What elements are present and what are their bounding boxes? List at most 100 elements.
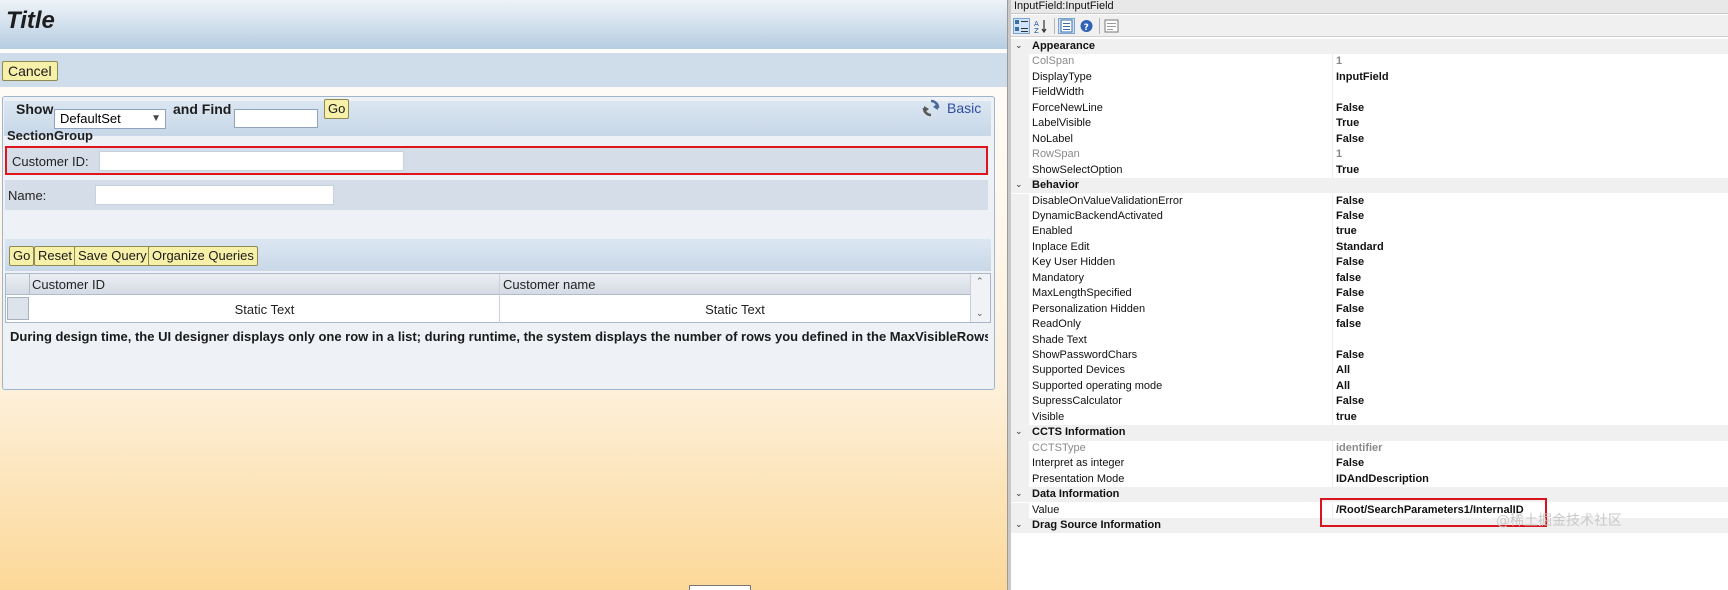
reset-button[interactable]: Reset	[34, 246, 76, 266]
property-row-personalization-hidden[interactable]: Personalization Hidden False	[1011, 301, 1728, 318]
property-name: NoLabel	[1032, 132, 1073, 145]
property-value[interactable]: true	[1336, 225, 1357, 237]
property-value[interactable]: identifier	[1336, 442, 1382, 454]
property-row-readonly[interactable]: ReadOnly false	[1011, 317, 1728, 333]
column-divider	[1332, 54, 1333, 70]
property-value[interactable]: InputField	[1336, 71, 1389, 83]
collapse-icon[interactable]: ⌄	[1015, 488, 1023, 499]
organize-queries-button[interactable]: Organize Queries	[148, 246, 258, 266]
collapse-icon[interactable]: ⌄	[1015, 519, 1023, 530]
property-value[interactable]: False	[1336, 349, 1364, 361]
description-pane-icon[interactable]	[1103, 18, 1120, 34]
alphabetical-sort-icon[interactable]: AZ	[1033, 18, 1050, 35]
property-row-mandatory[interactable]: Mandatory false	[1011, 270, 1728, 287]
row-selector[interactable]	[7, 297, 29, 320]
canvas-resize-handle[interactable]	[689, 585, 751, 590]
property-row-cctstype[interactable]: CCTSType identifier	[1011, 440, 1728, 457]
property-row-labelvisible[interactable]: LabelVisible True	[1011, 116, 1728, 132]
property-row-showselectoption[interactable]: ShowSelectOption True	[1011, 162, 1728, 179]
property-value[interactable]: False	[1336, 195, 1364, 207]
property-row-maxlengthspecified[interactable]: MaxLengthSpecified False	[1011, 286, 1728, 302]
property-value[interactable]: True	[1336, 117, 1359, 129]
property-row-supresscalculator[interactable]: SupressCalculator False	[1011, 394, 1728, 410]
collapse-icon[interactable]: ⌄	[1015, 40, 1023, 51]
property-row-colspan[interactable]: ColSpan 1	[1011, 54, 1728, 70]
query-go-button[interactable]: Go	[9, 246, 35, 266]
property-value[interactable]: false	[1336, 318, 1361, 330]
column-divider	[1332, 193, 1333, 209]
property-row-rowspan[interactable]: RowSpan 1	[1011, 147, 1728, 163]
select-all-cell[interactable]	[6, 274, 30, 294]
property-row-presentation-mode[interactable]: Presentation Mode IDAndDescription	[1011, 471, 1728, 488]
property-row-interpret-as-integer[interactable]: Interpret as integer False	[1011, 456, 1728, 472]
property-value[interactable]: All	[1336, 364, 1350, 376]
property-value[interactable]: true	[1336, 411, 1357, 423]
row-gutter	[1011, 131, 1029, 148]
row-gutter	[1011, 471, 1029, 488]
property-value[interactable]: True	[1336, 164, 1359, 176]
property-value[interactable]: False	[1336, 256, 1364, 268]
property-pages-icon[interactable]	[1058, 18, 1075, 34]
property-value[interactable]: False	[1336, 133, 1364, 145]
column-header-customer-id[interactable]: Customer ID	[32, 277, 105, 292]
property-value[interactable]: False	[1336, 102, 1364, 114]
search-go-button[interactable]: Go	[324, 99, 350, 119]
property-name: Enabled	[1032, 225, 1073, 238]
property-value[interactable]: 1	[1336, 55, 1342, 67]
row-gutter	[1011, 409, 1029, 426]
row-gutter	[1011, 147, 1029, 163]
category-appearance[interactable]: ⌄ Appearance	[1011, 39, 1728, 55]
category-ccts-information[interactable]: ⌄ CCTS Information	[1011, 425, 1728, 441]
property-value[interactable]: False	[1336, 210, 1364, 222]
property-row-disableonvaluevalidationerror[interactable]: DisableOnValueValidationError False	[1011, 193, 1728, 209]
property-row-nolabel[interactable]: NoLabel False	[1011, 131, 1728, 148]
name-input[interactable]	[95, 185, 334, 205]
property-name: ShowSelectOption	[1032, 163, 1123, 176]
category-behavior[interactable]: ⌄ Behavior	[1011, 178, 1728, 194]
row-gutter	[1011, 239, 1029, 256]
property-row-enabled[interactable]: Enabled true	[1011, 224, 1728, 240]
property-row-fieldwidth[interactable]: FieldWidth	[1011, 85, 1728, 101]
column-divider	[1332, 456, 1333, 472]
toolbar-separator	[1099, 18, 1100, 34]
collapse-icon[interactable]: ⌄	[1015, 426, 1023, 437]
watermark: @稀土掘金技术社区	[1496, 513, 1622, 529]
property-row-supported-operating-mode[interactable]: Supported operating mode All	[1011, 378, 1728, 395]
show-select[interactable]: DefaultSet ▼	[54, 109, 166, 129]
property-row-displaytype[interactable]: DisplayType InputField	[1011, 69, 1728, 86]
help-icon[interactable]: ?	[1078, 18, 1095, 34]
table-scrollbar[interactable]: ⌃ ⌄	[970, 274, 990, 322]
property-value[interactable]: False	[1336, 395, 1364, 407]
column-divider	[1332, 69, 1333, 86]
property-row-key-user-hidden[interactable]: Key User Hidden False	[1011, 255, 1728, 271]
save-query-button[interactable]: Save Query	[74, 246, 151, 266]
customer-id-input[interactable]	[99, 151, 404, 171]
categorized-view-icon[interactable]	[1013, 18, 1030, 34]
property-value[interactable]: All	[1336, 380, 1350, 392]
find-input[interactable]	[234, 109, 318, 128]
scroll-up-icon[interactable]: ⌃	[976, 276, 984, 287]
property-value[interactable]: 1	[1336, 148, 1342, 160]
property-row-forcenewline[interactable]: ForceNewLine False	[1011, 100, 1728, 117]
property-row-showpasswordchars[interactable]: ShowPasswordChars False	[1011, 348, 1728, 364]
property-row-shade-text[interactable]: Shade Text	[1011, 332, 1728, 348]
property-value[interactable]: Standard	[1336, 241, 1384, 253]
section-group-title: SectionGroup	[7, 128, 93, 143]
cancel-button[interactable]: Cancel	[2, 61, 58, 81]
toolbar-separator	[1054, 18, 1055, 34]
property-value[interactable]: False	[1336, 287, 1364, 299]
property-name: SupressCalculator	[1032, 395, 1122, 408]
property-row-dynamicbackendactivated[interactable]: DynamicBackendActivated False	[1011, 208, 1728, 225]
property-row-supported-devices[interactable]: Supported Devices All	[1011, 363, 1728, 379]
property-value[interactable]: False	[1336, 303, 1364, 315]
svg-text:?: ?	[1084, 23, 1089, 33]
property-row-inplace-edit[interactable]: Inplace Edit Standard	[1011, 239, 1728, 256]
property-name: Personalization Hidden	[1032, 302, 1146, 315]
collapse-icon[interactable]: ⌄	[1015, 179, 1023, 190]
property-value[interactable]: false	[1336, 272, 1361, 284]
property-row-visible[interactable]: Visible true	[1011, 409, 1728, 426]
scroll-down-icon[interactable]: ⌄	[976, 308, 984, 319]
property-value[interactable]: False	[1336, 457, 1364, 469]
column-header-customer-name[interactable]: Customer name	[503, 277, 595, 292]
property-value[interactable]: IDAndDescription	[1336, 473, 1429, 485]
